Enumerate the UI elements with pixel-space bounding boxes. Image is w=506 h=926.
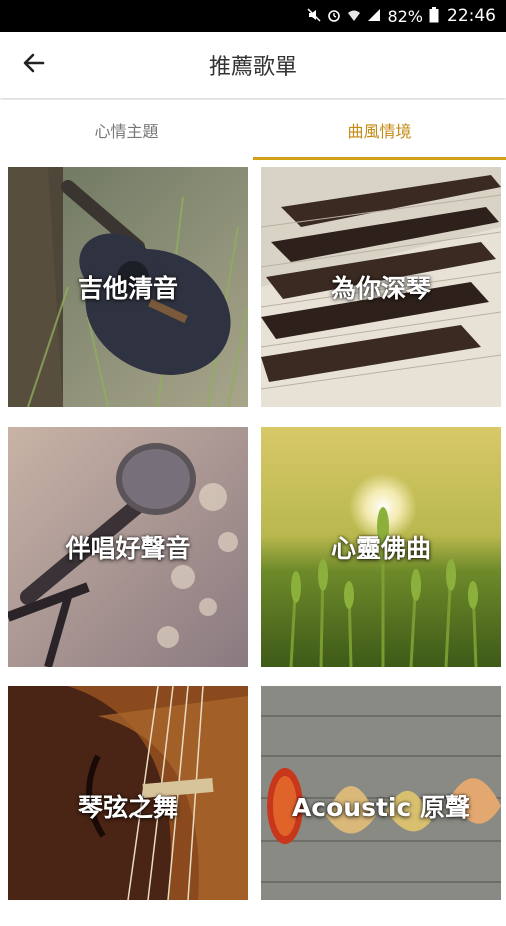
back-button[interactable] — [14, 45, 54, 85]
alarm-icon — [327, 8, 341, 25]
playlist-title: 心靈佛曲 — [330, 534, 431, 563]
wifi-icon — [347, 8, 361, 25]
playlist-card-piano[interactable]: 為你深琴 — [261, 167, 501, 407]
status-icons: 82% 22:46 — [307, 0, 496, 32]
battery-percent: 82% — [387, 6, 423, 26]
arrow-left-icon — [21, 50, 47, 80]
signal-icon — [367, 8, 381, 25]
playlist-card-guitar[interactable]: 吉他清音 — [8, 167, 248, 407]
tab-label: 心情主題 — [94, 122, 159, 141]
tab-genre-scene[interactable]: 曲風情境 — [253, 100, 506, 160]
app-bar: 推薦歌單 — [0, 32, 506, 98]
page-title: 推薦歌單 — [208, 55, 297, 80]
active-tab-indicator — [253, 157, 506, 160]
tab-bar: 心情主題 曲風情境 — [0, 100, 506, 160]
playlist-title: 伴唱好聲音 — [65, 534, 191, 563]
battery-icon — [429, 6, 439, 26]
tab-mood-theme[interactable]: 心情主題 — [0, 100, 253, 160]
tab-label: 曲風情境 — [347, 122, 412, 141]
playlist-title: 吉他清音 — [77, 274, 178, 303]
clock-time: 22:46 — [447, 6, 496, 26]
playlist-card-violin[interactable]: 琴弦之舞 — [8, 686, 248, 926]
playlist-title: Acoustic 原聲 — [291, 793, 471, 822]
playlist-card-zen[interactable]: 心靈佛曲 — [261, 427, 501, 667]
status-bar: 82% 22:46 — [0, 0, 506, 32]
playlist-title: 為你深琴 — [330, 274, 431, 303]
playlist-title: 琴弦之舞 — [77, 793, 178, 822]
playlist-card-acoustic[interactable]: Acoustic 原聲 — [261, 686, 501, 926]
playlist-card-microphone[interactable]: 伴唱好聲音 — [8, 427, 248, 667]
mute-icon — [307, 7, 321, 25]
